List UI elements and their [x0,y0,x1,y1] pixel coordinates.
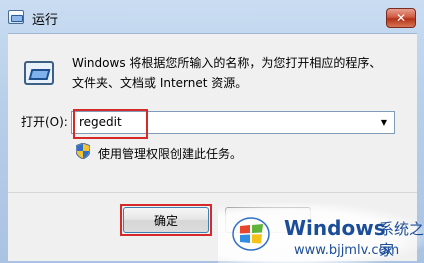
title-bar[interactable]: 运行 ✕ [0,0,424,34]
run-app-icon [8,10,24,24]
description-line-2: 文件夹、文档或 Internet 资源。 [72,76,248,90]
close-icon: ✕ [395,11,407,25]
dialog-description: Windows 将根据您所输入的名称，为您打开相应的程序、 文件夹、文档或 In… [72,53,412,93]
description-line-1: Windows 将根据您所输入的名称，为您打开相应的程序、 [72,56,382,70]
windows-logo-icon [232,217,270,251]
close-button[interactable]: ✕ [386,8,416,28]
window-title: 运行 [32,13,59,28]
watermark-brand: Windows [284,216,386,240]
shield-icon [76,143,90,159]
watermark: Windows 系统之家 www.bjjmlv.com [218,203,424,263]
run-icon [24,61,54,85]
ok-highlight-box [120,204,212,236]
watermark-url: www.bjjmlv.com [294,243,400,258]
chevron-down-icon[interactable]: ▼ [376,114,392,131]
admin-note: 使用管理权限创建此任务。 [98,147,243,161]
open-label: 打开(O): [21,115,68,129]
run-dialog-window: 运行 ✕ Windows 将根据您所输入的名称，为您打开相应的程序、 文件夹、文… [0,0,424,263]
input-highlight-box [73,109,148,139]
